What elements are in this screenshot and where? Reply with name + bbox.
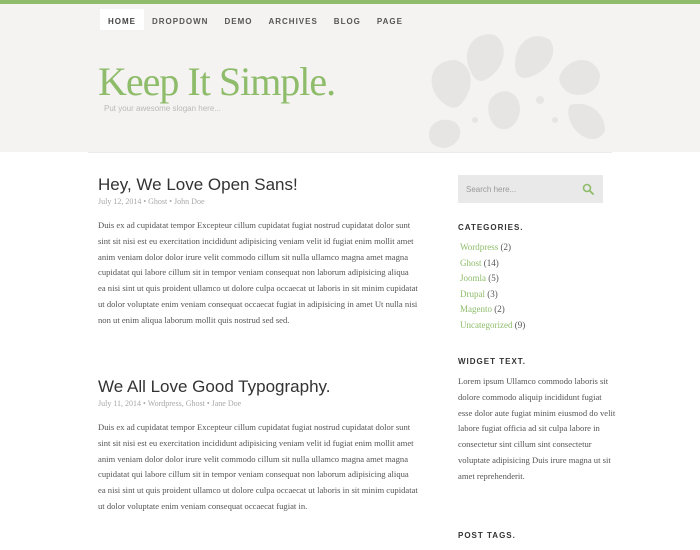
category-link[interactable]: Ghost xyxy=(460,258,482,268)
top-navigation: HOME DROPDOWN DEMO ARCHIVES BLOG PAGE xyxy=(0,4,700,34)
category-count: (2) xyxy=(494,304,505,314)
post-title[interactable]: We All Love Good Typography. xyxy=(98,377,418,397)
post-title[interactable]: Hey, We Love Open Sans! xyxy=(98,175,418,195)
categories-list: Wordpress (2) Ghost (14) Joomla (5) Drup… xyxy=(460,240,525,333)
post-meta: July 11, 2014 • Wordpress, Ghost • Jane … xyxy=(98,399,242,408)
category-link[interactable]: Drupal xyxy=(460,289,485,299)
category-count: (9) xyxy=(514,319,526,330)
list-item: Joomla (5) xyxy=(460,271,525,287)
list-item: Uncategorized (9) xyxy=(460,318,525,334)
list-item: Magento (2) xyxy=(460,302,525,318)
category-link[interactable]: Magento xyxy=(460,304,492,314)
post-meta: July 12, 2014 • Ghost • John Doe xyxy=(98,197,205,206)
category-link[interactable]: Uncategorized xyxy=(460,320,512,330)
list-item: Wordpress (2) xyxy=(460,240,525,256)
list-item: Ghost (14) xyxy=(460,256,525,272)
widget-text-title: WIDGET TEXT. xyxy=(458,357,526,366)
search-box xyxy=(458,175,603,203)
widget-text: Lorem ipsum Ullamco commodo laboris sit … xyxy=(458,376,616,481)
site-title[interactable]: Keep It Simple. xyxy=(98,58,336,105)
site-slogan: Put your awesome slogan here... xyxy=(104,104,221,113)
post: Hey, We Love Open Sans! July 12, 2014 • … xyxy=(98,175,418,329)
post-tags-title: POST TAGS. xyxy=(458,531,516,540)
category-link[interactable]: Wordpress xyxy=(460,242,498,252)
category-count: (2) xyxy=(500,242,512,252)
leaves-decoration-icon xyxy=(429,34,605,148)
category-count: (5) xyxy=(488,273,499,283)
search-icon[interactable] xyxy=(582,183,594,195)
category-count: (14) xyxy=(483,257,499,268)
search-input[interactable] xyxy=(458,175,578,203)
post: We All Love Good Typography. July 11, 20… xyxy=(98,377,418,515)
post-excerpt: Duis ex ad cupidatat tempor Excepteur ci… xyxy=(98,220,418,325)
category-link[interactable]: Joomla xyxy=(460,273,486,283)
site-header: Keep It Simple. Put your awesome slogan … xyxy=(0,30,700,152)
categories-title: CATEGORIES. xyxy=(458,223,524,232)
header-divider xyxy=(88,152,612,153)
post-excerpt: Duis ex ad cupidatat tempor Excepteur ci… xyxy=(98,422,418,511)
category-count: (3) xyxy=(487,288,498,299)
list-item: Drupal (3) xyxy=(460,287,525,303)
